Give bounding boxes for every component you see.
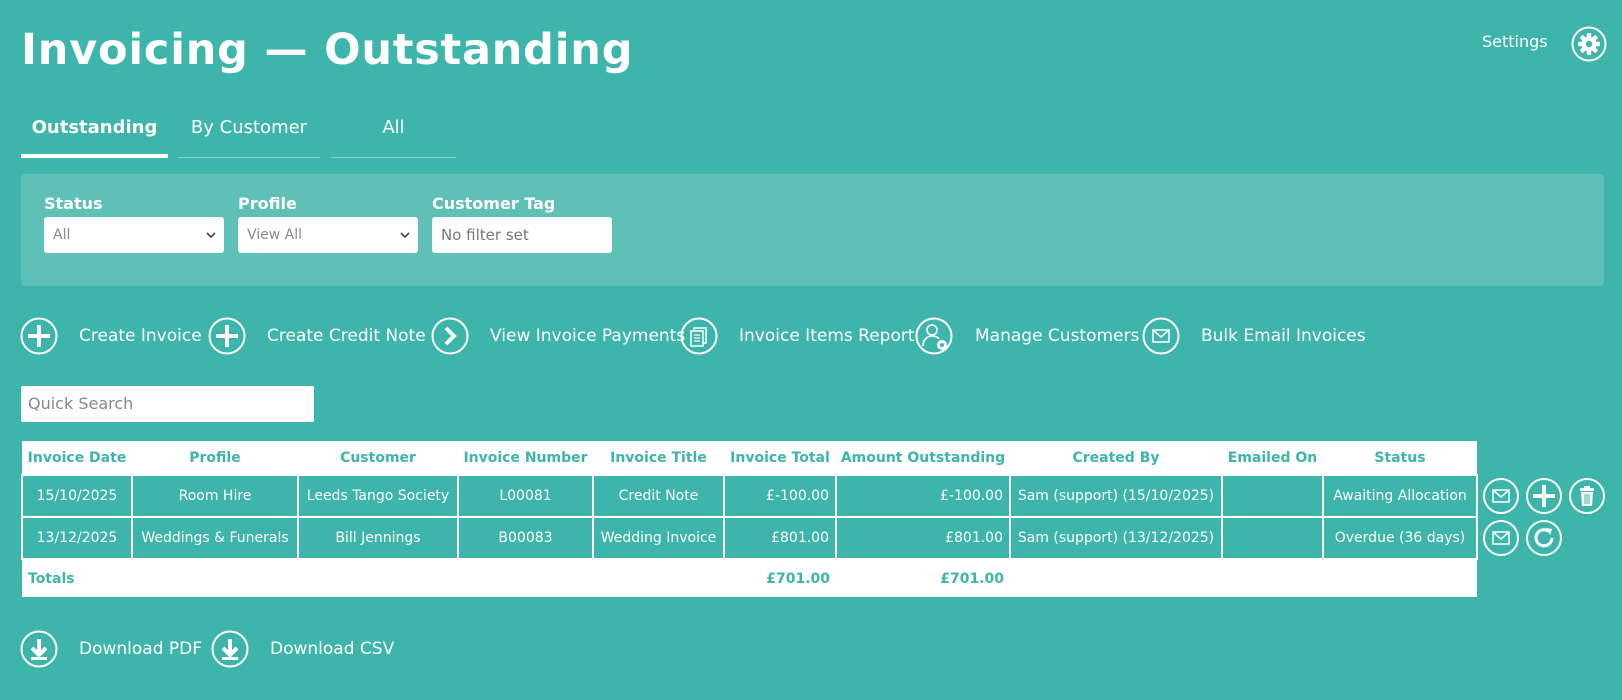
created-by-cell: Sam (support) (13/12/2025)	[1009, 516, 1223, 560]
user-settings-icon	[915, 317, 953, 355]
column-header[interactable]: Status	[1323, 441, 1477, 475]
total-amount-outstanding: £701.00	[836, 559, 1010, 597]
view-invoice-payments-label: View Invoice Payments	[490, 326, 686, 346]
profile-select-value: View All	[247, 227, 303, 243]
column-header[interactable]: Emailed On	[1222, 441, 1323, 475]
invoice-title-cell: Credit Note	[592, 474, 725, 518]
envelope-icon[interactable]	[1482, 519, 1520, 557]
profile-filter: Profile View All	[238, 193, 418, 253]
tab-outstanding[interactable]: Outstanding	[21, 108, 168, 158]
manage-customers-label: Manage Customers	[975, 326, 1140, 346]
column-header[interactable]: Invoice Title	[593, 441, 724, 475]
filter-panel: Status All Profile View All Customer Tag…	[21, 174, 1604, 286]
amount-outstanding-cell: £801.00	[835, 516, 1011, 560]
download-pdf-label: Download PDF	[79, 639, 203, 659]
plus-circle-icon[interactable]	[1525, 477, 1563, 515]
plus-circle-icon	[20, 317, 58, 355]
tab-by-customer[interactable]: By Customer	[178, 108, 320, 158]
invoice-title-cell: Wedding Invoice	[592, 516, 725, 560]
invoice-number-cell: L00081	[457, 474, 594, 518]
plus-circle-icon	[208, 317, 246, 355]
column-header[interactable]: Invoice Number	[458, 441, 593, 475]
empty-cell	[298, 559, 458, 597]
envelope-icon[interactable]	[1482, 477, 1520, 515]
table-row[interactable]: 15/10/2025 Room Hire Leeds Tango Society…	[21, 474, 1478, 518]
download-csv-label: Download CSV	[270, 639, 395, 659]
quick-search-input[interactable]: Quick Search	[21, 386, 314, 422]
totals-label: Totals	[22, 559, 132, 597]
invoice-date-cell: 15/10/2025	[21, 474, 133, 518]
customer-tag-filter: Customer Tag No filter set	[432, 193, 612, 253]
status-cell: Overdue (36 days)	[1322, 516, 1478, 560]
empty-cell	[132, 559, 298, 597]
create-invoice-label: Create Invoice	[79, 326, 202, 346]
status-select[interactable]: All	[44, 217, 224, 253]
customer-tag-input[interactable]: No filter set	[432, 217, 612, 253]
status-filter-label: Status	[44, 194, 103, 213]
empty-cell	[1222, 559, 1323, 597]
download-icon	[211, 630, 249, 668]
column-header[interactable]: Profile	[132, 441, 298, 475]
amount-outstanding-cell: £-100.00	[835, 474, 1011, 518]
documents-icon	[680, 317, 718, 355]
create-credit-note-label: Create Credit Note	[267, 326, 426, 346]
column-header[interactable]: Invoice Total	[724, 441, 836, 475]
invoice-table: Invoice Date Profile Customer Invoice Nu…	[21, 441, 1478, 597]
column-header[interactable]: Invoice Date	[22, 441, 132, 475]
table-row[interactable]: 13/12/2025 Weddings & Funerals Bill Jenn…	[21, 516, 1478, 560]
chevron-down-icon	[400, 232, 410, 239]
page-title: Invoicing — Outstanding	[21, 25, 634, 75]
refresh-icon[interactable]	[1525, 519, 1563, 557]
profile-filter-label: Profile	[238, 194, 297, 213]
chevron-down-icon	[206, 232, 216, 239]
profile-cell: Weddings & Funerals	[131, 516, 299, 560]
empty-cell	[1323, 559, 1477, 597]
bulk-email-invoices-label: Bulk Email Invoices	[1201, 326, 1366, 346]
emailed-on-cell	[1221, 516, 1324, 560]
invoice-items-report-label: Invoice Items Report	[739, 326, 915, 346]
chevron-right-circle-icon	[431, 317, 469, 355]
status-cell: Awaiting Allocation	[1322, 474, 1478, 518]
profile-cell: Room Hire	[131, 474, 299, 518]
total-invoice-total: £701.00	[724, 559, 836, 597]
tab-all[interactable]: All	[331, 108, 456, 158]
column-header[interactable]: Created By	[1010, 441, 1222, 475]
envelope-icon	[1142, 317, 1180, 355]
customer-cell: Bill Jennings	[297, 516, 459, 560]
totals-row: Totals £701.00 £701.00	[22, 559, 1477, 597]
profile-select[interactable]: View All	[238, 217, 418, 253]
download-icon	[20, 630, 58, 668]
empty-cell	[458, 559, 593, 597]
status-select-value: All	[53, 227, 71, 243]
gear-icon[interactable]	[1571, 26, 1607, 62]
emailed-on-cell	[1221, 474, 1324, 518]
created-by-cell: Sam (support) (15/10/2025)	[1009, 474, 1223, 518]
empty-cell	[1010, 559, 1222, 597]
column-header[interactable]: Customer	[298, 441, 458, 475]
invoice-number-cell: B00083	[457, 516, 594, 560]
trash-icon[interactable]	[1568, 477, 1606, 515]
customer-tag-filter-label: Customer Tag	[432, 194, 556, 213]
column-header[interactable]: Amount Outstanding	[836, 441, 1010, 475]
invoice-total-cell: £-100.00	[723, 474, 837, 518]
invoice-date-cell: 13/12/2025	[21, 516, 133, 560]
table-header-row: Invoice Date Profile Customer Invoice Nu…	[22, 441, 1477, 475]
empty-cell	[593, 559, 724, 597]
settings-link[interactable]: Settings	[1482, 32, 1548, 51]
status-filter: Status All	[44, 193, 224, 253]
invoice-total-cell: £801.00	[723, 516, 837, 560]
customer-cell: Leeds Tango Society	[297, 474, 459, 518]
